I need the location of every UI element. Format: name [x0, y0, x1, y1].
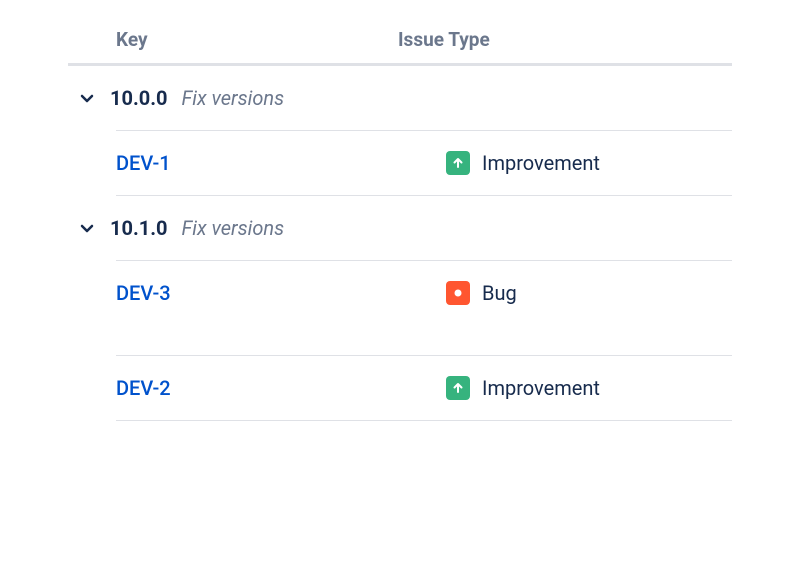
issue-row[interactable]: DEV-3 Bug	[116, 260, 732, 325]
issue-type-label: Improvement	[482, 151, 600, 175]
bug-icon	[446, 281, 470, 305]
issue-key-link[interactable]: DEV-1	[116, 151, 171, 175]
issue-row[interactable]: DEV-1 Improvement	[116, 130, 732, 196]
issue-type-label: Improvement	[482, 376, 600, 400]
version-group: 10.0.0 Fix versions DEV-1 Improvement	[68, 66, 732, 196]
table-header: Key Issue Type	[68, 28, 732, 66]
issues-list: DEV-1 Improvement	[68, 130, 732, 196]
issue-key-link[interactable]: DEV-3	[116, 281, 171, 305]
group-version: 10.0.0	[110, 86, 168, 110]
group-label: Fix versions	[182, 216, 285, 240]
issue-table: Key Issue Type 10.0.0 Fix versions DEV-1	[68, 28, 732, 421]
version-group: 10.1.0 Fix versions DEV-3 Bug	[68, 196, 732, 421]
chevron-down-icon	[78, 219, 96, 237]
issues-list: DEV-3 Bug DEV-2	[68, 260, 732, 421]
group-header[interactable]: 10.1.0 Fix versions	[68, 196, 732, 260]
improvement-icon	[446, 151, 470, 175]
group-version: 10.1.0	[110, 216, 168, 240]
header-key[interactable]: Key	[68, 28, 398, 51]
issue-row[interactable]: DEV-2 Improvement	[116, 355, 732, 421]
group-label: Fix versions	[182, 86, 285, 110]
issue-type-label: Bug	[482, 281, 517, 305]
chevron-down-icon	[78, 89, 96, 107]
header-issue-type[interactable]: Issue Type	[398, 28, 732, 51]
issue-key-link[interactable]: DEV-2	[116, 376, 171, 400]
group-header[interactable]: 10.0.0 Fix versions	[68, 66, 732, 130]
improvement-icon	[446, 376, 470, 400]
